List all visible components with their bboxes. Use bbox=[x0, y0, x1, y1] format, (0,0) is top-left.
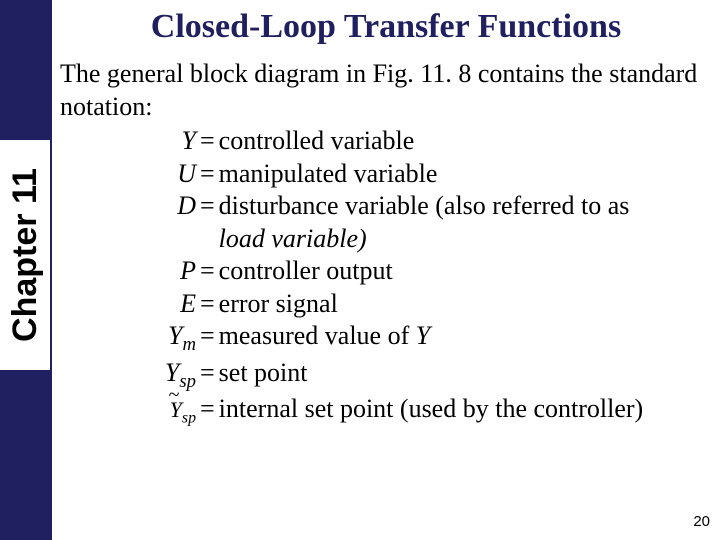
equals: = bbox=[200, 320, 219, 357]
table-row: Y = controlled variable bbox=[120, 125, 679, 158]
notation-table: Y = controlled variable U = manipulated … bbox=[120, 125, 679, 428]
intro-text: The general block diagram in Fig. 11. 8 … bbox=[60, 58, 712, 123]
symbol: Ym bbox=[120, 320, 200, 357]
definition: controlled variable bbox=[219, 125, 679, 158]
symbol: U bbox=[120, 158, 200, 191]
table-row: U = manipulated variable bbox=[120, 158, 679, 191]
symbol-subscript: m bbox=[182, 334, 196, 355]
slide-title: Closed-Loop Transfer Functions bbox=[52, 8, 720, 46]
table-row: E = error signal bbox=[120, 288, 679, 321]
equals: = bbox=[200, 158, 219, 191]
definition: controller output bbox=[219, 255, 679, 288]
table-row: P = controller output bbox=[120, 255, 679, 288]
def-part-b: Y bbox=[416, 321, 430, 350]
equals: = bbox=[200, 125, 219, 158]
slide-body: The general block diagram in Fig. 11. 8 … bbox=[60, 58, 712, 428]
def-part-a: disturbance variable (also referred to a… bbox=[219, 191, 630, 220]
definition: internal set point (used by the controll… bbox=[219, 393, 679, 428]
tilde-mark: ~ bbox=[169, 383, 180, 408]
equals: = bbox=[200, 255, 219, 288]
symbol: D bbox=[120, 190, 200, 255]
equals: = bbox=[200, 357, 219, 394]
page-number: 20 bbox=[693, 513, 710, 530]
ysp-tilde-symbol: ~Ysp bbox=[170, 396, 196, 428]
table-row: D = disturbance variable (also referred … bbox=[120, 190, 679, 255]
def-part-a: measured value of bbox=[219, 321, 416, 350]
def-part-b: load variable) bbox=[219, 224, 367, 253]
symbol: E bbox=[120, 288, 200, 321]
table-row: ~Ysp = internal set point (used by the c… bbox=[120, 393, 679, 428]
symbol: Y bbox=[120, 125, 200, 158]
definition: set point bbox=[219, 357, 679, 394]
symbol: P bbox=[120, 255, 200, 288]
table-row: Ysp = set point bbox=[120, 357, 679, 394]
definition: error signal bbox=[219, 288, 679, 321]
symbol-subscript: sp bbox=[179, 371, 196, 392]
equals: = bbox=[200, 190, 219, 255]
definition: manipulated variable bbox=[219, 158, 679, 191]
equals: = bbox=[200, 288, 219, 321]
symbol: ~Ysp bbox=[120, 393, 200, 428]
equals: = bbox=[200, 393, 219, 428]
definition: measured value of Y bbox=[219, 320, 679, 357]
chapter-label: Chapter 11 bbox=[0, 140, 50, 370]
symbol-base: Y bbox=[168, 321, 182, 350]
definition: disturbance variable (also referred to a… bbox=[219, 190, 679, 255]
symbol-subscript: sp bbox=[182, 410, 196, 427]
symbol: Ysp bbox=[120, 357, 200, 394]
table-row: Ym = measured value of Y bbox=[120, 320, 679, 357]
